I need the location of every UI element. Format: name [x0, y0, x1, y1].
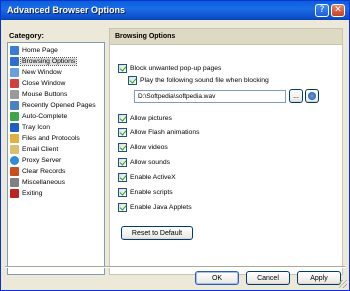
resize-grip[interactable]	[339, 280, 347, 288]
tree-item-new-window[interactable]: New Window	[10, 67, 63, 78]
close-button[interactable]: ✕	[331, 4, 345, 17]
window-icon	[10, 68, 19, 77]
title-bar[interactable]: Advanced Browser Options ? ✕	[1, 1, 349, 20]
block-popups-checkbox[interactable]	[118, 64, 127, 73]
misc-icon	[10, 178, 19, 187]
enable-java-applets-checkbox[interactable]	[118, 203, 127, 212]
tree-item-label: Files and Protocols	[22, 135, 80, 142]
tree-item-label: Miscellaneous	[22, 179, 66, 186]
category-label: Category:	[9, 31, 45, 40]
tree-item-mouse-buttons[interactable]: Mouse Buttons	[10, 89, 68, 100]
tree-item-email-client[interactable]: Email Client	[10, 144, 59, 155]
mouse-icon	[10, 90, 19, 99]
allow-pictures-checkbox[interactable]	[118, 114, 127, 123]
help-button[interactable]: ?	[315, 4, 329, 17]
tray-icon	[10, 123, 19, 132]
home-icon	[10, 46, 19, 55]
block-popups-option[interactable]: Block unwanted pop-up pages	[118, 64, 221, 73]
tree-item-label: Browsing Options	[19, 57, 78, 66]
sound-file-input[interactable]	[134, 90, 286, 103]
tree-item-label: New Window	[22, 69, 62, 76]
autocomplete-icon	[10, 112, 19, 121]
allow-flash-checkbox[interactable]	[118, 128, 127, 137]
clear-icon	[10, 167, 19, 176]
allow-pictures-label: Allow pictures	[130, 115, 172, 122]
exit-icon	[10, 189, 19, 198]
tree-item-label: Mouse Buttons	[22, 91, 68, 98]
enable-scripts-option[interactable]: Enable scripts	[118, 188, 173, 197]
tree-item-miscellaneous[interactable]: Miscellaneous	[10, 177, 66, 188]
tree-item-auto-complete[interactable]: Auto-Complete	[10, 111, 68, 122]
allow-pictures-option[interactable]: Allow pictures	[118, 114, 172, 123]
tree-item-label: Recently Opened Pages	[22, 102, 96, 109]
close-window-icon	[10, 79, 19, 88]
play-sound-option[interactable]: Play the following sound file when block…	[128, 76, 269, 85]
enable-scripts-checkbox[interactable]	[118, 188, 127, 197]
window-title: Advanced Browser Options	[7, 5, 126, 15]
email-icon	[10, 145, 19, 154]
allow-sounds-option[interactable]: Allow sounds	[118, 158, 170, 167]
history-icon	[10, 101, 19, 110]
tree-item-label: Auto-Complete	[22, 113, 68, 120]
play-sound-checkbox[interactable]	[128, 76, 137, 85]
files-icon	[10, 134, 19, 143]
allow-sounds-label: Allow sounds	[130, 159, 171, 166]
allow-sounds-checkbox[interactable]	[118, 158, 127, 167]
tree-item-label: Exiting	[22, 190, 43, 197]
browser-icon	[10, 57, 19, 66]
ok-button[interactable]: OK	[195, 271, 239, 285]
block-popups-label: Block unwanted pop-up pages	[130, 65, 222, 72]
tree-item-tray-icon[interactable]: Tray Icon	[10, 122, 51, 133]
play-sound-label: Play the following sound file when block…	[140, 77, 269, 84]
enable-activex-label: Enable ActiveX	[130, 174, 176, 181]
category-tree[interactable]: Home Page Browsing Options New Window Cl…	[7, 42, 105, 275]
reset-to-default-button[interactable]: Reset to Default	[121, 226, 193, 240]
speaker-icon	[308, 92, 316, 100]
enable-scripts-label: Enable scripts	[130, 189, 173, 196]
browse-button[interactable]: ...	[289, 89, 303, 103]
tree-item-label: Proxy Server	[22, 157, 62, 164]
enable-java-applets-option[interactable]: Enable Java Applets	[118, 203, 192, 212]
allow-flash-label: Allow Flash animations	[130, 129, 200, 136]
allow-videos-label: Allow videos	[130, 144, 168, 151]
tree-item-recently-opened-pages[interactable]: Recently Opened Pages	[10, 100, 97, 111]
tree-item-label: Email Client	[22, 146, 59, 153]
tree-item-home-page[interactable]: Home Page	[10, 45, 59, 56]
enable-java-applets-label: Enable Java Applets	[130, 204, 192, 211]
footer-divider	[5, 266, 345, 268]
panel-title: Browsing Options	[115, 33, 176, 40]
allow-flash-option[interactable]: Allow Flash animations	[118, 128, 200, 137]
cancel-button[interactable]: Cancel	[246, 271, 290, 285]
tree-item-label: Clear Records	[22, 168, 66, 175]
tree-item-label: Close Window	[22, 80, 66, 87]
panel-header: Browsing Options	[109, 28, 343, 45]
play-sound-button[interactable]	[305, 89, 319, 103]
enable-activex-option[interactable]: Enable ActiveX	[118, 173, 176, 182]
advanced-browser-options-dialog: Advanced Browser Options ? ✕ Category: H…	[0, 0, 350, 291]
tree-item-browsing-options[interactable]: Browsing Options	[10, 56, 78, 67]
enable-activex-checkbox[interactable]	[118, 173, 127, 182]
globe-icon	[10, 156, 19, 165]
tree-item-exiting[interactable]: Exiting	[10, 188, 43, 199]
tree-item-label: Tray Icon	[22, 124, 51, 131]
tree-item-proxy-server[interactable]: Proxy Server	[10, 155, 62, 166]
tree-item-close-window[interactable]: Close Window	[10, 78, 66, 89]
apply-button[interactable]: Apply	[297, 271, 341, 285]
tree-item-clear-records[interactable]: Clear Records	[10, 166, 66, 177]
tree-item-label: Home Page	[22, 47, 58, 54]
allow-videos-option[interactable]: Allow videos	[118, 143, 168, 152]
tree-item-files-and-protocols[interactable]: Files and Protocols	[10, 133, 81, 144]
allow-videos-checkbox[interactable]	[118, 143, 127, 152]
